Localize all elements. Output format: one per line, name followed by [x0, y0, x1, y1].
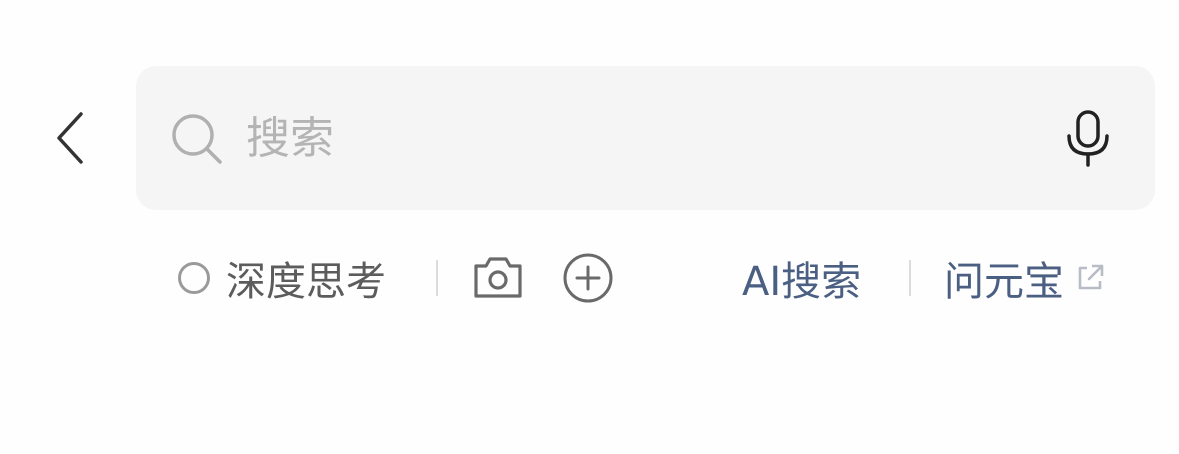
search-input[interactable]: [246, 102, 1026, 174]
back-button[interactable]: [40, 100, 100, 176]
deep-think-label: 深度思考: [226, 259, 386, 305]
search-icon: [172, 114, 222, 164]
radio-circle-icon: [178, 262, 210, 294]
yuanbao-label: 问元宝: [944, 259, 1064, 305]
chevron-left-icon: [57, 112, 83, 164]
external-link-icon: [1078, 264, 1104, 290]
search-page: 深度思考 AI搜索 问元宝: [0, 0, 1179, 454]
search-bar[interactable]: [136, 66, 1155, 210]
search-toolbar: 深度思考 AI搜索 问元宝: [0, 240, 1179, 316]
yuanbao-link[interactable]: 问元宝: [944, 240, 1106, 316]
microphone-icon[interactable]: [1063, 110, 1113, 168]
camera-icon[interactable]: [472, 254, 524, 300]
deep-think-toggle[interactable]: 深度思考: [178, 240, 386, 316]
ai-search-label: AI搜索: [742, 259, 862, 305]
divider: [436, 260, 438, 296]
ai-search-link[interactable]: AI搜索: [742, 240, 861, 316]
divider: [909, 260, 911, 296]
plus-circle-icon[interactable]: [562, 252, 614, 304]
